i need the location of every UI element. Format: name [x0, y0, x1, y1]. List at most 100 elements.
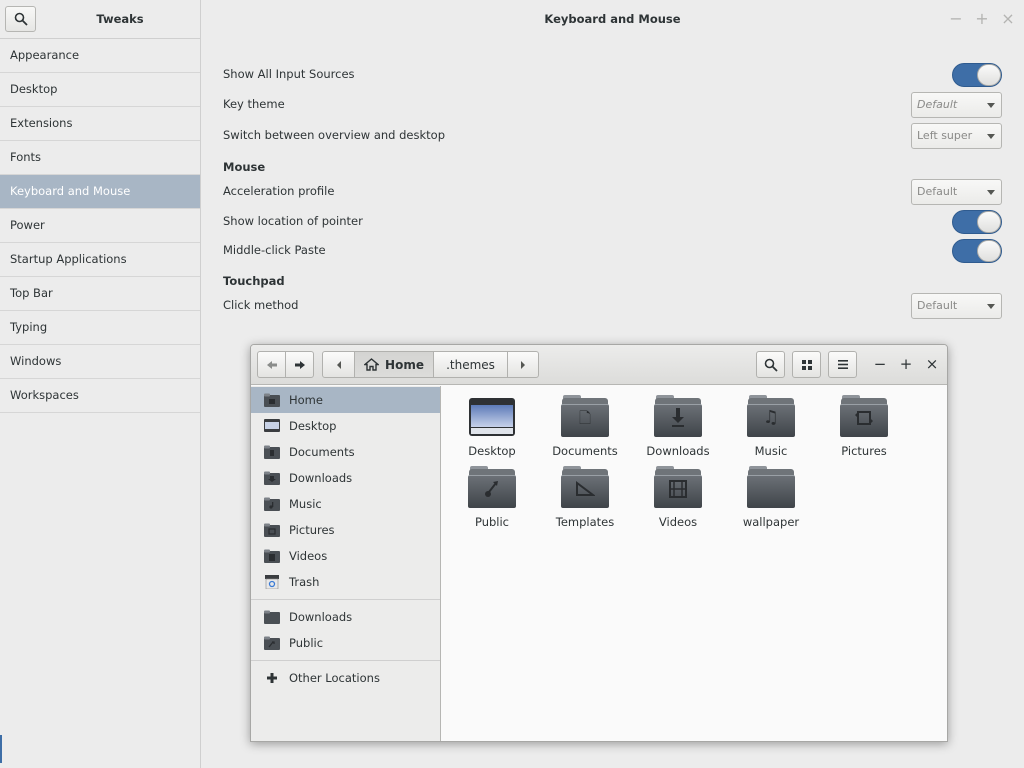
files-sidebar: Home Desktop Documents Downloads Music P…: [251, 386, 441, 741]
file-item-pictures[interactable]: Pictures: [818, 395, 910, 458]
setting-label: Click method: [223, 298, 299, 312]
setting-switch-overview: Switch between overview and desktop Left…: [223, 123, 1002, 149]
section-title-touchpad: Touchpad: [223, 274, 285, 288]
key-theme-dropdown[interactable]: Default: [911, 92, 1002, 118]
documents-folder-icon: 🗋: [561, 395, 609, 438]
places-item-downloads[interactable]: Downloads: [251, 465, 440, 491]
downloads-folder-icon: [264, 610, 280, 624]
sidebar-item-startup-applications[interactable]: Startup Applications: [0, 243, 200, 277]
places-item-documents[interactable]: Documents: [251, 439, 440, 465]
menu-button[interactable]: [828, 351, 857, 378]
show-all-input-sources-switch[interactable]: [952, 63, 1002, 87]
main-header: Keyboard and Mouse − + ×: [201, 0, 1024, 39]
home-folder-icon: [264, 393, 280, 407]
file-item-downloads[interactable]: Downloads: [632, 395, 724, 458]
bookmark-item-label: Public: [289, 636, 324, 650]
places-item-music[interactable]: Music: [251, 491, 440, 517]
switch-overview-dropdown[interactable]: Left super: [911, 123, 1002, 149]
trash-icon: [265, 575, 279, 589]
places-item-desktop[interactable]: Desktop: [251, 413, 440, 439]
arrow-left-icon: [266, 360, 277, 369]
plus-icon: [267, 673, 277, 683]
forward-button[interactable]: [285, 351, 314, 378]
music-folder-icon: [264, 497, 280, 511]
focus-indicator: [0, 735, 2, 763]
close-button[interactable]: ×: [921, 353, 943, 375]
sidebar-item-appearance[interactable]: Appearance: [0, 39, 200, 73]
sidebar-item-fonts[interactable]: Fonts: [0, 141, 200, 175]
switch-knob: [977, 64, 1001, 86]
bookmark-item-public[interactable]: Public: [251, 630, 440, 656]
other-locations-label: Other Locations: [289, 671, 380, 685]
file-item-videos[interactable]: Videos: [632, 466, 724, 529]
path-home-label: Home: [385, 357, 424, 372]
bookmark-item-label: Downloads: [289, 610, 353, 624]
places-item-home[interactable]: Home: [251, 387, 440, 413]
places-item-label: Home: [289, 393, 323, 407]
sidebar-item-workspaces[interactable]: Workspaces: [0, 379, 200, 413]
minimize-button[interactable]: −: [947, 10, 965, 28]
sidebar-item-top-bar[interactable]: Top Bar: [0, 277, 200, 311]
other-locations-item[interactable]: Other Locations: [251, 665, 440, 691]
close-icon: ×: [925, 355, 939, 373]
setting-middle-click-paste: Middle-click Paste: [223, 239, 1002, 263]
chevron-down-icon: [987, 304, 995, 309]
sidebar-item-power[interactable]: Power: [0, 209, 200, 243]
path-scroll-left-button[interactable]: [322, 351, 355, 378]
file-name: Music: [754, 444, 788, 458]
minimize-icon: −: [949, 9, 963, 28]
setting-show-location-pointer: Show location of pointer: [223, 210, 1002, 234]
sidebar-item-extensions[interactable]: Extensions: [0, 107, 200, 141]
sidebar-item-typing[interactable]: Typing: [0, 311, 200, 345]
search-button[interactable]: [5, 6, 36, 32]
file-item-templates[interactable]: Templates: [539, 466, 631, 529]
path-themes-button[interactable]: .themes: [433, 351, 508, 378]
back-button[interactable]: [257, 351, 286, 378]
music-folder-icon: ♫: [747, 395, 795, 438]
setting-label: Show location of pointer: [223, 214, 363, 228]
places-item-label: Desktop: [289, 419, 337, 433]
path-scroll-right-button[interactable]: [507, 351, 539, 378]
path-home-button[interactable]: Home: [354, 351, 434, 378]
close-button[interactable]: ×: [999, 10, 1017, 28]
places-item-videos[interactable]: Videos: [251, 543, 440, 569]
maximize-button[interactable]: +: [895, 353, 917, 375]
sidebar-item-windows[interactable]: Windows: [0, 345, 200, 379]
sidebar-item-desktop[interactable]: Desktop: [0, 73, 200, 107]
sidebar-header: Tweaks: [0, 0, 200, 39]
sidebar-item-keyboard-and-mouse[interactable]: Keyboard and Mouse: [0, 175, 200, 209]
minimize-button[interactable]: −: [869, 353, 891, 375]
file-item-documents[interactable]: 🗋 Documents: [539, 395, 631, 458]
section-title-mouse: Mouse: [223, 160, 266, 174]
arrow-right-icon: [294, 360, 305, 369]
places-item-pictures[interactable]: Pictures: [251, 517, 440, 543]
maximize-button[interactable]: +: [973, 10, 991, 28]
file-name: Videos: [658, 515, 698, 529]
middle-click-paste-switch[interactable]: [952, 239, 1002, 263]
file-item-desktop[interactable]: Desktop: [446, 398, 538, 458]
acceleration-profile-dropdown[interactable]: Default: [911, 179, 1002, 205]
chevron-down-icon: [987, 103, 995, 108]
places-item-trash[interactable]: Trash: [251, 569, 440, 595]
file-item-music[interactable]: ♫ Music: [725, 395, 817, 458]
setting-label: Acceleration profile: [223, 184, 335, 198]
show-location-pointer-switch[interactable]: [952, 210, 1002, 234]
file-item-wallpaper[interactable]: wallpaper: [725, 466, 817, 529]
grid-view-button[interactable]: [792, 351, 821, 378]
switch-knob: [977, 240, 1001, 262]
file-name: Documents: [552, 444, 618, 458]
bookmark-item-downloads[interactable]: Downloads: [251, 604, 440, 630]
videos-folder-icon: [654, 466, 702, 509]
documents-folder-icon: [264, 445, 280, 459]
search-button[interactable]: [756, 351, 785, 378]
file-item-public[interactable]: Public: [446, 466, 538, 529]
search-icon: [14, 12, 28, 26]
page-title: Keyboard and Mouse: [544, 12, 681, 26]
desktop-icon: [468, 398, 516, 438]
click-method-dropdown[interactable]: Default: [911, 293, 1002, 319]
places-item-label: Trash: [289, 575, 320, 589]
files-window: Home .themes − + × Home Desktop Document…: [250, 344, 948, 742]
desktop-icon: [264, 419, 280, 432]
places-item-label: Pictures: [289, 523, 335, 537]
dropdown-value: Default: [917, 299, 958, 312]
